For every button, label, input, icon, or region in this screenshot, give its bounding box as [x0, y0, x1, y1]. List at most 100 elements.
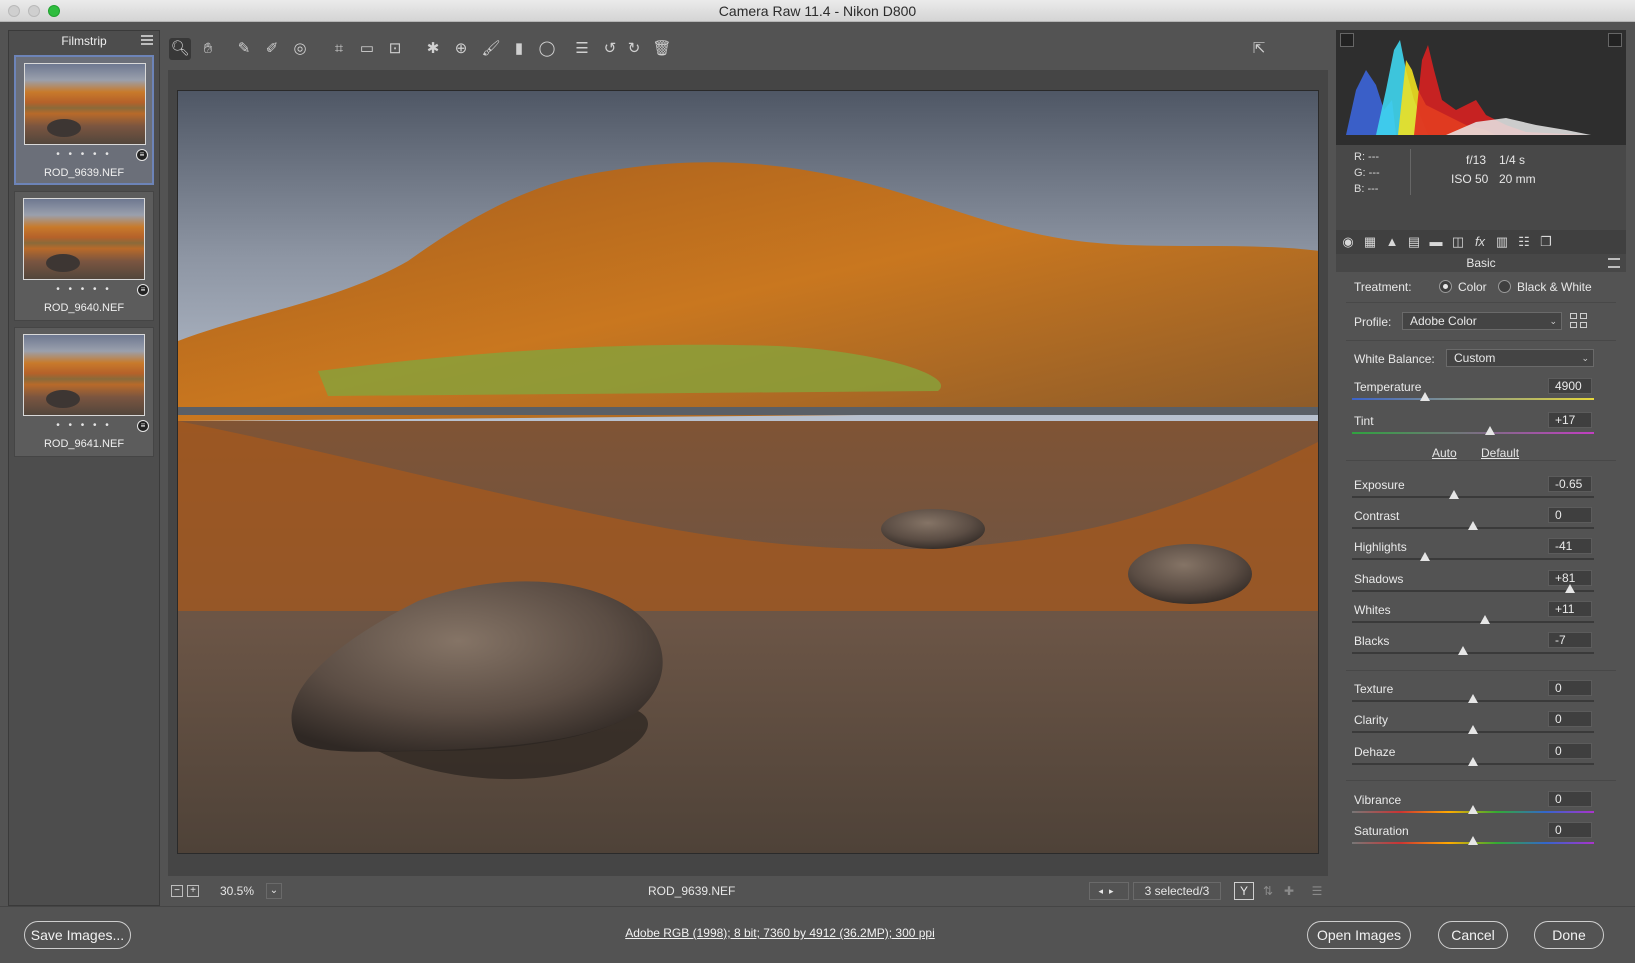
slider-track[interactable] [1352, 621, 1594, 623]
slider-value-field[interactable]: -41 [1548, 538, 1592, 554]
white-balance-select[interactable]: Custom ⌄ [1446, 349, 1594, 367]
tab-effects-icon[interactable]: fx [1471, 234, 1489, 250]
zoom-in-button[interactable]: + [187, 885, 199, 897]
profile-browser-icon[interactable] [1569, 312, 1589, 330]
slider-value-field[interactable]: 0 [1548, 711, 1592, 727]
shadow-clipping-warning-icon[interactable] [1340, 33, 1354, 47]
slider-handle[interactable] [1448, 490, 1459, 499]
radial-filter-tool-icon[interactable]: ◯ [536, 38, 558, 60]
slider-value-field[interactable]: +11 [1548, 601, 1592, 617]
slider-handle[interactable] [1468, 521, 1478, 530]
slider-track[interactable] [1352, 432, 1594, 434]
slider-handle[interactable] [1480, 615, 1491, 624]
slider-track[interactable] [1352, 590, 1594, 592]
rating-stars[interactable]: • • • • • [15, 284, 153, 295]
treatment-bw-radio[interactable] [1498, 280, 1511, 293]
zoom-out-button[interactable]: − [171, 885, 183, 897]
zoom-tool-icon[interactable]: 🔍︎ [169, 38, 191, 60]
targeted-adjustment-tool-icon[interactable]: ◎ [289, 38, 311, 60]
edited-badge-icon: ≡ [136, 149, 148, 161]
swap-before-after-icon[interactable]: ⇅ [1259, 883, 1277, 899]
tab-presets-icon[interactable]: ☷ [1515, 234, 1533, 250]
tab-snapshots-icon[interactable]: ❐ [1537, 234, 1555, 250]
slider-value-field[interactable]: 0 [1548, 507, 1592, 523]
filmstrip-item[interactable]: • • • • • ≡ ROD_9639.NEF [14, 55, 154, 185]
blue-value: B: --- [1354, 183, 1379, 195]
slider-value-field[interactable]: -0.65 [1548, 476, 1592, 492]
slider-value-field[interactable]: 0 [1548, 791, 1592, 807]
slider-track[interactable] [1352, 398, 1594, 400]
transform-tool-icon[interactable]: ⊡ [384, 38, 406, 60]
straighten-tool-icon[interactable]: ▭ [356, 38, 378, 60]
auto-link[interactable]: Auto [1432, 446, 1457, 460]
slider-handle[interactable] [1468, 757, 1478, 766]
slider-label: Texture [1354, 682, 1394, 696]
trash-icon[interactable]: 🗑︎ [651, 38, 673, 60]
tab-hsl-icon[interactable]: ▤ [1405, 234, 1423, 250]
section-divider [1346, 780, 1616, 781]
slider-label: Clarity [1354, 713, 1389, 727]
slider-track[interactable] [1352, 558, 1594, 560]
image-preview-area[interactable] [168, 70, 1328, 876]
slider-handle[interactable] [1419, 552, 1430, 561]
tab-tone-curve-icon[interactable]: ▦ [1361, 234, 1379, 250]
slider-value-field[interactable]: 0 [1548, 680, 1592, 696]
rating-stars[interactable]: • • • • • [15, 420, 153, 431]
image-nav-arrows[interactable]: ◂▸ [1089, 882, 1129, 900]
slider-value-field[interactable]: 4900 [1548, 378, 1592, 394]
save-images-button[interactable]: Save Images... [24, 921, 131, 949]
filmstrip-item[interactable]: • • • • • ≡ ROD_9640.NEF [14, 191, 154, 321]
slider-handle[interactable] [1468, 836, 1478, 845]
default-link[interactable]: Default [1481, 446, 1519, 460]
slider-handle[interactable] [1468, 805, 1478, 814]
slider-handle[interactable] [1458, 646, 1469, 655]
cancel-button[interactable]: Cancel [1438, 921, 1508, 949]
slider-track[interactable] [1352, 496, 1594, 498]
filmstrip-item[interactable]: • • • • • ≡ ROD_9641.NEF [14, 327, 154, 457]
treatment-color-radio[interactable] [1439, 280, 1452, 293]
slider-value-field[interactable]: 0 [1548, 822, 1592, 838]
toggle-settings-icon[interactable]: ☰ [1308, 883, 1326, 899]
slider-label: Tint [1354, 414, 1374, 428]
profile-select[interactable]: Adobe Color ⌄ [1402, 312, 1562, 330]
zoom-dropdown[interactable]: ⌄ [266, 883, 282, 899]
slider-handle[interactable] [1419, 392, 1430, 401]
done-button[interactable]: Done [1534, 921, 1604, 949]
slider-track[interactable] [1352, 652, 1594, 654]
crop-tool-icon[interactable]: ⌗ [328, 38, 350, 60]
workflow-options-link[interactable]: Adobe RGB (1998); 8 bit; 7360 by 4912 (3… [560, 926, 1000, 940]
preferences-icon[interactable]: ☰ [571, 38, 593, 60]
before-after-toggle-button[interactable]: Y [1234, 882, 1254, 900]
tab-calibration-icon[interactable]: ▥ [1493, 234, 1511, 250]
slider-handle[interactable] [1468, 694, 1478, 703]
profile-label: Profile: [1354, 315, 1392, 329]
hand-tool-icon[interactable]: ✋︎ [197, 38, 219, 60]
preview-photo [177, 90, 1319, 854]
tab-basic-icon[interactable]: ◉ [1339, 234, 1357, 250]
edited-badge-icon: ≡ [137, 284, 149, 296]
filmstrip-menu-icon[interactable] [141, 35, 153, 45]
rotate-ccw-icon[interactable]: ↺ [599, 38, 621, 60]
graduated-filter-tool-icon[interactable]: ▮ [508, 38, 530, 60]
spot-removal-tool-icon[interactable]: ✱ [422, 38, 444, 60]
highlight-clipping-warning-icon[interactable] [1608, 33, 1622, 47]
rotate-cw-icon[interactable]: ↻ [623, 38, 645, 60]
white-balance-tool-icon[interactable]: ✎ [233, 38, 255, 60]
red-eye-tool-icon[interactable]: ⊕ [450, 38, 472, 60]
adjustment-brush-tool-icon[interactable]: 🖌︎ [480, 38, 502, 60]
tab-detail-icon[interactable]: ▲ [1383, 234, 1401, 250]
slider-handle[interactable] [1468, 725, 1478, 734]
open-images-button[interactable]: Open Images [1307, 921, 1411, 949]
tab-lens-icon[interactable]: ◫ [1449, 234, 1467, 250]
slider-handle[interactable] [1564, 584, 1575, 593]
panel-menu-icon[interactable] [1608, 258, 1620, 268]
slider-value-field[interactable]: -7 [1548, 632, 1592, 648]
slider-handle[interactable] [1484, 426, 1495, 435]
tab-split-toning-icon[interactable]: ▬ [1427, 234, 1445, 250]
toggle-fullscreen-icon[interactable]: ⇱ [1248, 38, 1270, 60]
rating-stars[interactable]: • • • • • [16, 149, 152, 160]
copy-settings-icon[interactable]: ✚ [1280, 883, 1298, 899]
slider-value-field[interactable]: 0 [1548, 743, 1592, 759]
slider-value-field[interactable]: +17 [1548, 412, 1592, 428]
color-sampler-tool-icon[interactable]: ✐ [261, 38, 283, 60]
